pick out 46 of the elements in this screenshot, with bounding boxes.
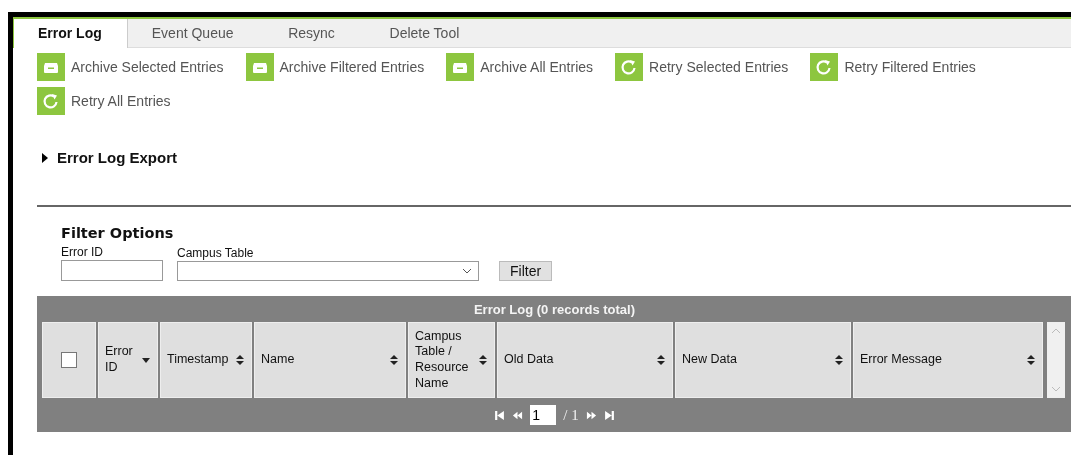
chevron-down-icon: [462, 268, 472, 274]
column-header[interactable]: Old Data: [497, 322, 673, 398]
action-link[interactable]: Archive All Entries: [446, 53, 594, 81]
archive-icon: [37, 53, 65, 81]
refresh-icon: [615, 53, 644, 81]
tab[interactable]: Event Queue: [127, 19, 258, 47]
field-label: Campus Table: [177, 246, 255, 260]
column-header[interactable]: Error ID: [98, 322, 158, 398]
tab[interactable]: Resync: [257, 19, 366, 47]
archive-icon: [446, 53, 475, 81]
action-link[interactable]: Retry Selected Entries: [615, 53, 789, 81]
section-title: Filter Options: [61, 225, 175, 241]
column-header[interactable]: Name: [254, 322, 406, 398]
error-id-field[interactable]: [61, 260, 163, 281]
grid-title: Error Log (0 records total): [472, 301, 637, 319]
column-label: Error ID: [105, 344, 134, 376]
field-label: Error ID: [61, 245, 104, 259]
select-all-checkbox[interactable]: [61, 352, 77, 368]
action-link[interactable]: Retry Filtered Entries: [810, 53, 976, 81]
filter-button[interactable]: Filter: [499, 261, 553, 281]
action-link[interactable]: Retry All Entries: [37, 87, 171, 115]
refresh-icon: [37, 87, 65, 115]
previous-page-icon[interactable]: [512, 409, 524, 421]
tab[interactable]: Delete Tool: [365, 19, 484, 47]
refresh-icon: [810, 53, 839, 81]
first-page-icon[interactable]: [494, 409, 506, 421]
column-header[interactable]: Timestamp: [160, 322, 252, 398]
page-field[interactable]: 1: [530, 405, 557, 425]
column-label: Campus Table / Resource Name: [415, 328, 470, 392]
action-link[interactable]: Archive Selected Entries: [37, 53, 224, 81]
export-toggle[interactable]: Error Log Export: [41, 149, 211, 166]
column-header[interactable]: Campus Table / Resource Name: [408, 322, 495, 398]
page-total: / 1: [563, 406, 579, 424]
column-header[interactable]: Error Message: [853, 322, 1043, 398]
action-link[interactable]: Archive Filtered Entries: [245, 53, 425, 81]
next-page-icon[interactable]: [585, 409, 597, 421]
archive-icon: [245, 53, 274, 81]
last-page-icon[interactable]: [603, 409, 615, 421]
column-label: Name: [261, 352, 295, 368]
column-label: Timestamp: [167, 352, 229, 368]
tab[interactable]: Error Log: [13, 19, 128, 48]
campus-table-dropdown[interactable]: [177, 261, 479, 281]
column-header[interactable]: New Data: [675, 322, 851, 398]
column-label: Old Data: [504, 352, 554, 368]
column-label: New Data: [682, 352, 737, 368]
column-label: Error Message: [860, 352, 942, 368]
